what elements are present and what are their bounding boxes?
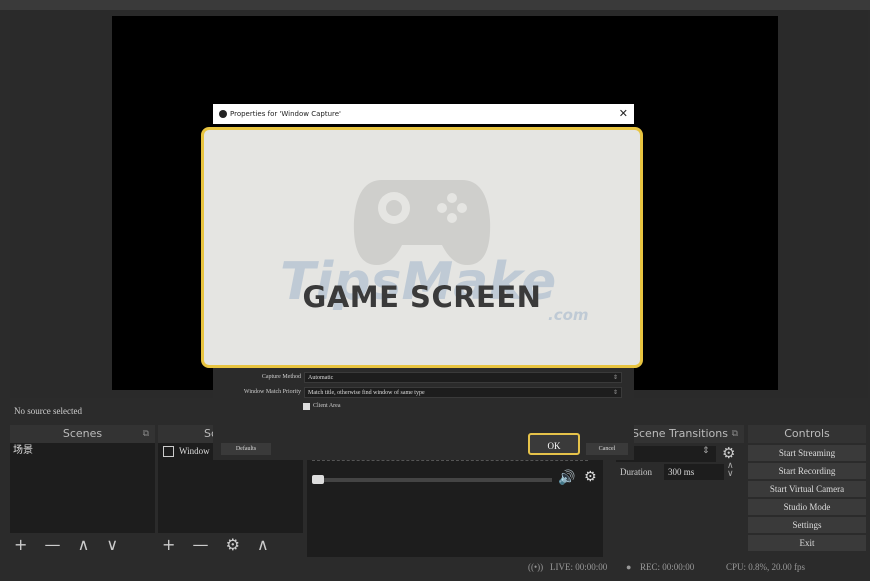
cpu-stats: CPU: 0.8%, 20.00 fps xyxy=(726,562,806,572)
volume-slider[interactable] xyxy=(312,478,552,482)
dialog-titlebar: Properties for 'Window Capture' ✕ xyxy=(213,104,634,124)
live-icon: ((•)) xyxy=(528,562,544,572)
capture-method-label: Capture Method xyxy=(261,374,301,380)
capture-method-value: Automatic xyxy=(308,375,334,381)
sources-toolbar[interactable]: + — ⚙ ∧ ∨ xyxy=(158,533,303,578)
controls-dock-header: Controls xyxy=(748,425,866,443)
defaults-button[interactable]: Defaults xyxy=(221,443,271,455)
live-time: LIVE: 00:00:00 xyxy=(550,562,608,572)
match-priority-select[interactable]: Match title, otherwise find window of sa… xyxy=(304,387,622,398)
scenes-title: Scenes xyxy=(62,427,103,440)
transitions-dock-header: Scene Transitions ⧉ xyxy=(616,425,744,443)
exit-button[interactable]: Exit xyxy=(748,535,866,551)
transitions-title: Scene Transitions xyxy=(632,427,728,440)
scenes-toolbar[interactable]: + — ∧ ∨ xyxy=(10,533,155,557)
source-item-label: Window xyxy=(179,446,210,456)
duration-label: Duration xyxy=(620,467,652,477)
close-icon[interactable]: ✕ xyxy=(619,104,628,124)
dock-float-icon[interactable]: ⧉ xyxy=(143,425,149,443)
start-virtual-camera-button[interactable]: Start Virtual Camera xyxy=(748,481,866,497)
speaker-icon[interactable]: 🔊 xyxy=(558,470,575,486)
obs-logo-icon xyxy=(219,110,227,118)
ok-button[interactable]: OK xyxy=(528,433,580,455)
scenes-dock-header: Scenes ⧉ xyxy=(10,425,155,443)
client-area-label: Client Area xyxy=(313,403,341,409)
client-area-checkbox[interactable] xyxy=(303,403,310,410)
match-priority-value: Match title, otherwise find window of sa… xyxy=(308,390,425,396)
match-priority-label: Window Match Priority xyxy=(243,389,301,395)
rec-icon: ● xyxy=(626,562,632,572)
gear-icon[interactable]: ⚙ xyxy=(722,444,735,462)
visibility-checkbox[interactable] xyxy=(163,446,174,458)
dock-float-icon[interactable]: ⧉ xyxy=(732,425,738,443)
chevron-updown-icon[interactable]: ⇕ xyxy=(702,446,710,456)
capture-method-select[interactable]: Automatic ⇕ xyxy=(304,372,622,383)
duration-input[interactable]: 300 ms xyxy=(664,464,724,480)
gear-icon[interactable]: ⚙ xyxy=(584,469,597,485)
dialog-title: Properties for 'Window Capture' xyxy=(230,110,341,118)
status-bar: ((•)) LIVE: 00:00:00 ● REC: 00:00:00 CPU… xyxy=(0,558,870,576)
game-screen-label: GAME SCREEN xyxy=(302,280,542,314)
start-streaming-button[interactable]: Start Streaming xyxy=(748,445,866,461)
chevron-updown-icon: ⇕ xyxy=(612,375,618,381)
studio-mode-button[interactable]: Studio Mode xyxy=(748,499,866,515)
rec-time: REC: 00:00:00 xyxy=(640,562,695,572)
start-recording-button[interactable]: Start Recording xyxy=(748,463,866,479)
settings-button[interactable]: Settings xyxy=(748,517,866,533)
cancel-button[interactable]: Cancel xyxy=(586,443,628,455)
volume-slider-handle[interactable] xyxy=(312,475,324,484)
chevron-updown-icon: ⇕ xyxy=(612,390,618,396)
duration-stepper[interactable]: ∧ ∨ xyxy=(727,462,734,479)
window-frame xyxy=(0,0,870,10)
scene-item[interactable]: 场景 xyxy=(10,443,155,459)
controls-title: Controls xyxy=(784,427,830,440)
audio-meter xyxy=(312,460,588,467)
